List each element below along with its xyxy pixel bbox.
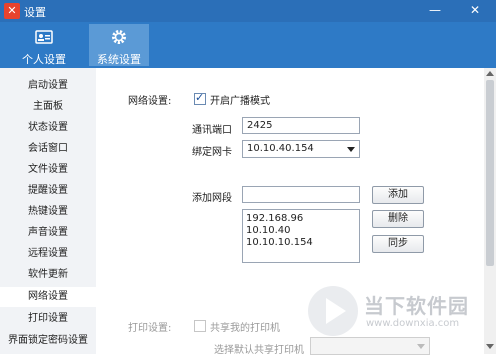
tab-system-settings[interactable]: 系统设置 xyxy=(89,24,149,66)
port-input[interactable]: 2425 xyxy=(242,117,360,134)
broadcast-label: 开启广播模式 xyxy=(210,96,270,107)
scrollbar-thumb[interactable] xyxy=(486,80,494,266)
nic-select-value: 10.10.40.154 xyxy=(247,143,314,154)
tab-personal-settings[interactable]: 个人设置 xyxy=(14,24,74,66)
minimize-button[interactable]: — xyxy=(422,1,448,19)
sidebar-item-reminder[interactable]: 提醒设置 xyxy=(0,181,96,201)
watermark-brand: 当下软件园 xyxy=(364,294,469,318)
add-segment-label: 添加网段 xyxy=(192,193,232,204)
window-title: 设置 xyxy=(24,6,46,19)
nic-select[interactable]: 10.10.40.154 xyxy=(242,140,360,158)
tab-label: 个人设置 xyxy=(22,53,66,66)
title-bar: ✕ 设置 — ✕ xyxy=(0,0,496,22)
top-tab-bar: 个人设置 系统设置 xyxy=(0,22,496,68)
list-item[interactable]: 10.10.40 xyxy=(246,225,291,236)
sidebar-item-update[interactable]: 软件更新 xyxy=(0,265,96,285)
gear-icon xyxy=(112,30,126,44)
add-segment-input[interactable] xyxy=(242,186,360,203)
delete-segment-button[interactable]: 删除 xyxy=(372,210,424,228)
segment-list[interactable]: 192.168.96 10.10.40 10.10.10.154 xyxy=(242,209,360,263)
sidebar-item-status[interactable]: 状态设置 xyxy=(0,118,96,138)
network-section-label: 网络设置: xyxy=(128,96,172,107)
list-item[interactable]: 10.10.10.154 xyxy=(246,237,313,248)
play-logo-icon xyxy=(308,286,358,336)
scroll-down-icon[interactable] xyxy=(486,344,494,349)
sidebar: 启动设置 主面板 状态设置 会话窗口 文件设置 提醒设置 热键设置 声音设置 远… xyxy=(0,68,96,354)
scroll-up-icon[interactable] xyxy=(486,71,494,76)
sync-button[interactable]: 同步 xyxy=(372,235,424,253)
sidebar-item-print[interactable]: 打印设置 xyxy=(0,309,96,329)
port-label: 通讯端口 xyxy=(192,125,232,136)
share-printer-label: 共享我的打印机 xyxy=(210,323,280,334)
close-button[interactable]: ✕ xyxy=(462,1,488,19)
sidebar-item-sound[interactable]: 声音设置 xyxy=(0,223,96,243)
sidebar-item-chat-window[interactable]: 会话窗口 xyxy=(0,139,96,159)
sidebar-item-network[interactable]: 网络设置 xyxy=(0,287,96,307)
watermark-url: www.downxia.com xyxy=(366,318,460,329)
broadcast-checkbox[interactable] xyxy=(194,91,206,105)
tab-label: 系统设置 xyxy=(97,53,141,66)
nic-label: 绑定网卡 xyxy=(192,147,232,158)
sidebar-item-remote[interactable]: 远程设置 xyxy=(0,244,96,264)
list-item[interactable]: 192.168.96 xyxy=(246,213,303,224)
scrollbar[interactable] xyxy=(484,68,496,354)
sidebar-item-startup[interactable]: 启动设置 xyxy=(0,76,96,96)
sidebar-item-file[interactable]: 文件设置 xyxy=(0,160,96,180)
id-card-icon xyxy=(35,30,53,44)
watermark: 当下软件园 www.downxia.com xyxy=(306,284,484,344)
chevron-down-icon xyxy=(417,344,425,349)
app-logo-icon: ✕ xyxy=(4,3,20,19)
share-printer-checkbox[interactable] xyxy=(194,320,206,332)
sidebar-item-lock-password[interactable]: 界面锁定密码设置 xyxy=(0,331,96,351)
sidebar-item-main-panel[interactable]: 主面板 xyxy=(0,97,96,117)
sidebar-item-hotkey[interactable]: 热键设置 xyxy=(0,202,96,222)
add-segment-button[interactable]: 添加 xyxy=(372,186,424,204)
chevron-down-icon xyxy=(347,147,355,152)
print-section-label: 打印设置: xyxy=(128,323,172,334)
